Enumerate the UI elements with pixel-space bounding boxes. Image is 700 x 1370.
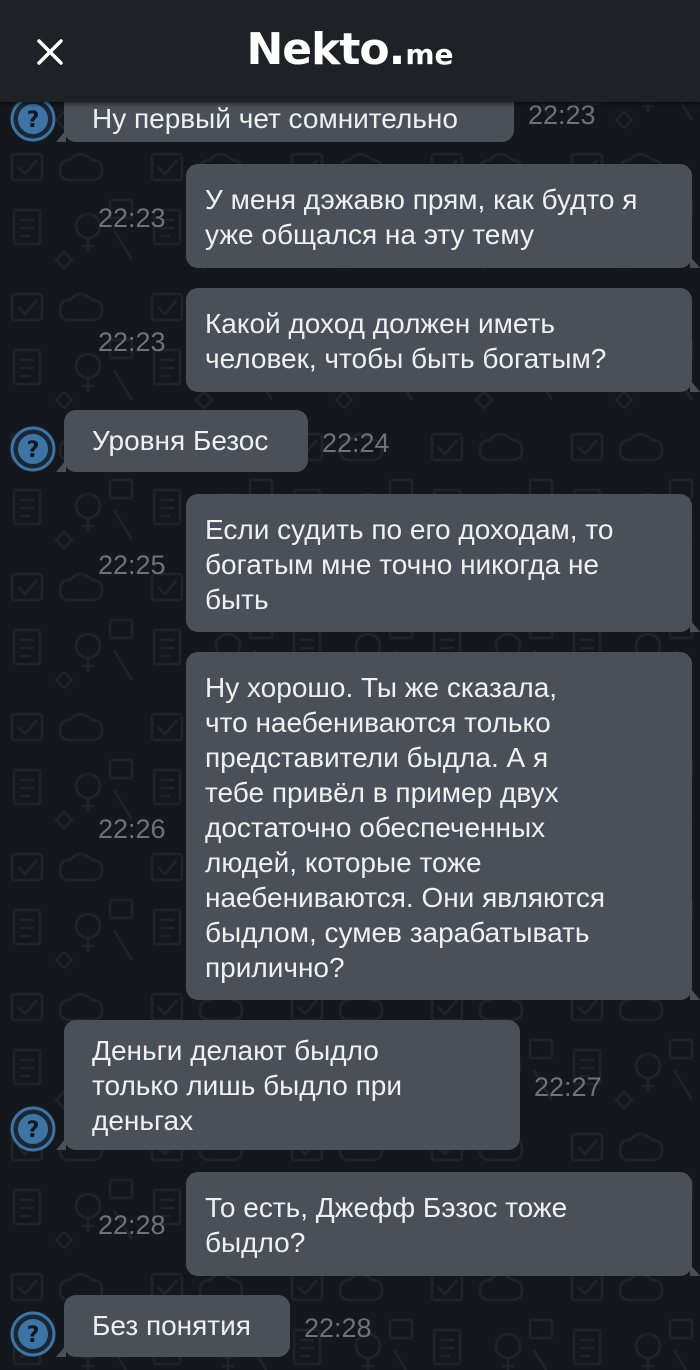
question-avatar-icon[interactable]: ? (10, 1106, 56, 1152)
incoming-message-bubble[interactable]: Без понятия (56, 1295, 290, 1357)
svg-text:?: ? (27, 1323, 40, 1348)
message-time: 22:28 (304, 1313, 372, 1343)
message-time: 22:25 (98, 550, 166, 580)
outgoing-message-bubble[interactable]: Какой доход должен иметь человек, чтобы … (186, 288, 700, 392)
message-time: 22:27 (534, 1072, 602, 1102)
svg-text:?: ? (27, 438, 40, 463)
outgoing-message-bubble[interactable]: Ну хорошо. Ты же сказала, что наебениваю… (186, 652, 700, 1000)
top-bar: Nekto.me (0, 0, 700, 102)
message-time: 22:24 (322, 428, 390, 458)
chat-message-list[interactable]: Ну первый чет сомнительно 22:23? У меня дэ… (0, 0, 700, 1370)
message-time: 22:28 (98, 1210, 166, 1240)
logo-dot: . (388, 24, 406, 75)
outgoing-message-bubble[interactable]: То есть, Джефф Бэзос тоже быдло? (186, 1172, 700, 1276)
question-avatar-icon[interactable]: ? (10, 426, 56, 472)
svg-text:?: ? (27, 108, 40, 133)
message-time: 22:23 (98, 203, 166, 233)
svg-text:?: ? (27, 1118, 40, 1143)
question-avatar-icon[interactable]: ? (10, 96, 56, 142)
incoming-message-bubble[interactable]: Деньги делают быдло только лишь быдло пр… (56, 1020, 520, 1150)
app-logo: Nekto.me (0, 24, 700, 75)
logo-main-text: Nekto (246, 24, 389, 75)
logo-domain-text: me (405, 38, 454, 71)
message-time: 22:26 (98, 814, 166, 844)
message-time: 22:23 (528, 100, 596, 130)
message-time: 22:23 (98, 327, 166, 357)
incoming-message-bubble[interactable]: Уровня Безос (56, 410, 308, 472)
outgoing-message-bubble[interactable]: Если судить по его доходам, то богатым м… (186, 494, 700, 632)
question-avatar-icon[interactable]: ? (10, 1311, 56, 1357)
outgoing-message-bubble[interactable]: У меня дэжавю прям, как будто я уже обща… (186, 164, 700, 268)
